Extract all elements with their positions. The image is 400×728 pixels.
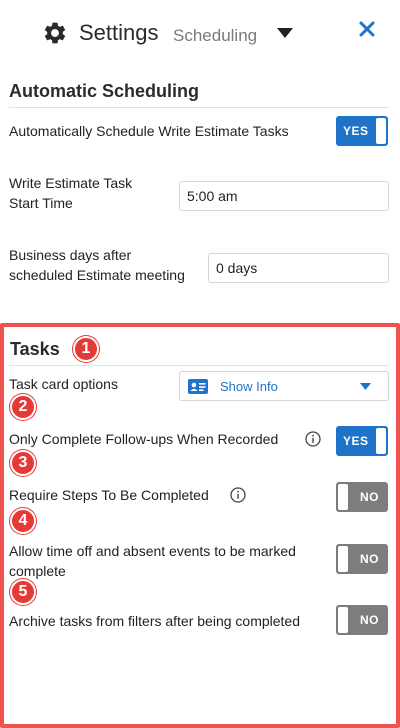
archive-label: Archive tasks from filters after being c… bbox=[9, 613, 301, 629]
panel-header: Settings Scheduling bbox=[0, 0, 400, 64]
business-days-label-line2: scheduled Estimate meeting bbox=[9, 267, 185, 283]
toggle-state: YES bbox=[343, 124, 369, 138]
toggle-knob bbox=[338, 546, 348, 572]
start-time-input[interactable]: 5:00 am bbox=[179, 181, 389, 211]
toggle-knob bbox=[376, 118, 386, 144]
time-off-label-line2: complete bbox=[9, 563, 66, 579]
gear-icon bbox=[44, 22, 66, 44]
toggle-knob bbox=[376, 428, 386, 454]
annotation-badge: 4 bbox=[10, 508, 36, 534]
section-divider bbox=[9, 107, 389, 108]
follow-ups-label: Only Complete Follow-ups When Recorded bbox=[9, 431, 279, 447]
annotation-badge: 3 bbox=[10, 450, 36, 476]
business-days-input[interactable]: 0 days bbox=[208, 253, 389, 283]
toggle-knob bbox=[338, 607, 348, 633]
auto-schedule-label: Automatically Schedule Write Estimate Ta… bbox=[9, 123, 289, 139]
archive-toggle[interactable]: NO bbox=[336, 605, 388, 635]
toggle-state: NO bbox=[360, 552, 379, 566]
auto-schedule-toggle[interactable]: YES bbox=[336, 116, 388, 146]
start-time-label: Write Estimate Task Start Time bbox=[9, 173, 132, 213]
start-time-label-line2: Start Time bbox=[9, 195, 73, 211]
annotation-badge: 2 bbox=[10, 394, 36, 420]
toggle-state: NO bbox=[360, 490, 379, 504]
automatic-scheduling-heading: Automatic Scheduling bbox=[9, 81, 200, 101]
info-icon[interactable] bbox=[305, 431, 321, 447]
settings-category-select[interactable]: Scheduling bbox=[173, 26, 257, 46]
annotation-badge: 5 bbox=[10, 579, 36, 605]
toggle-knob bbox=[338, 484, 348, 510]
task-card-options-label: Task card options bbox=[9, 376, 118, 392]
chevron-down-icon bbox=[360, 383, 371, 390]
task-card-options-value: Show Info bbox=[220, 379, 278, 394]
info-icon[interactable] bbox=[230, 487, 246, 503]
caret-down-icon[interactable] bbox=[277, 28, 293, 38]
section-divider bbox=[9, 365, 389, 366]
business-days-label: Business days after scheduled Estimate m… bbox=[9, 245, 185, 285]
require-steps-toggle[interactable]: NO bbox=[336, 482, 388, 512]
close-icon[interactable] bbox=[358, 20, 376, 38]
toggle-state: NO bbox=[360, 613, 379, 627]
require-steps-label: Require Steps To Be Completed bbox=[9, 487, 209, 503]
time-off-label: Allow time off and absent events to be m… bbox=[9, 541, 296, 581]
task-card-options-select[interactable]: Show Info bbox=[179, 371, 389, 401]
follow-ups-toggle[interactable]: YES bbox=[336, 426, 388, 456]
business-days-label-line1: Business days after bbox=[9, 247, 132, 263]
annotation-badge: 1 bbox=[73, 336, 99, 362]
start-time-label-line1: Write Estimate Task bbox=[9, 175, 133, 191]
time-off-toggle[interactable]: NO bbox=[336, 544, 388, 574]
id-card-icon bbox=[188, 379, 208, 394]
time-off-label-line1: Allow time off and absent events to be m… bbox=[9, 543, 296, 559]
toggle-state: YES bbox=[343, 434, 369, 448]
page-title: Settings bbox=[79, 20, 159, 45]
tasks-heading: Tasks bbox=[10, 339, 60, 359]
